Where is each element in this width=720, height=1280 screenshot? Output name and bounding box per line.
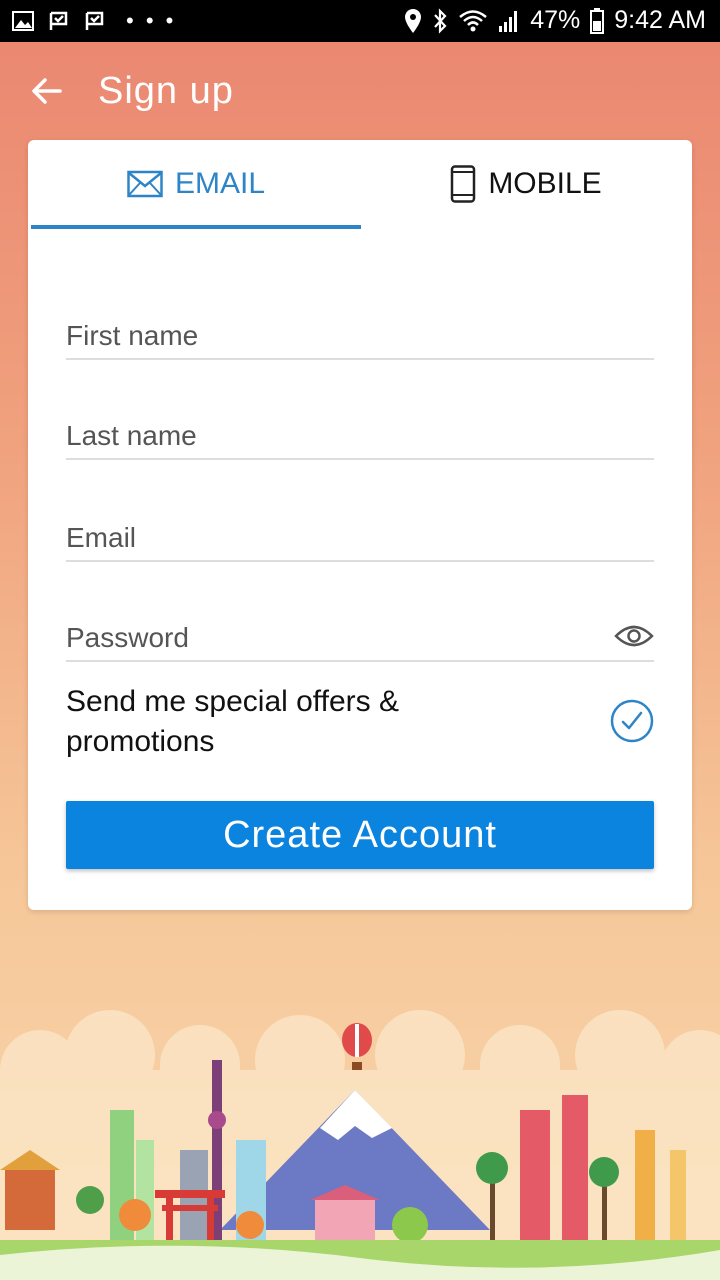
hot-air-balloon — [342, 1023, 372, 1070]
offers-checkbox-icon[interactable] — [610, 699, 654, 743]
email-field — [66, 504, 654, 562]
tab-email[interactable]: EMAIL — [31, 140, 361, 228]
envelope-icon — [127, 170, 163, 198]
password-field — [66, 604, 654, 662]
location-icon — [405, 8, 422, 33]
bluetooth-icon — [434, 7, 447, 34]
phone-icon — [451, 165, 476, 203]
page-title: Sign up — [98, 70, 234, 112]
tab-mobile[interactable]: MOBILE — [361, 140, 691, 228]
wifi-icon — [459, 9, 488, 31]
check-flag-icon — [49, 11, 68, 30]
active-tab-indicator — [31, 225, 361, 229]
offers-label: Send me special offers & promotions — [66, 685, 399, 758]
show-password-eye-icon[interactable] — [614, 622, 654, 650]
more-notifications-icon: • • • — [126, 8, 177, 33]
tab-email-label: EMAIL — [174, 167, 266, 200]
first-name-field — [66, 302, 654, 360]
check-flag-icon — [85, 11, 104, 30]
tab-mobile-label: MOBILE — [488, 167, 602, 200]
clock: 9:42 AM — [614, 6, 706, 34]
signal-icon — [499, 10, 518, 32]
battery-icon — [590, 7, 605, 34]
last-name-field — [66, 402, 654, 460]
notification-icons: • • • — [12, 8, 176, 34]
system-icons: 47% 9:42 AM — [404, 6, 706, 35]
app-bar: Sign up — [0, 42, 720, 142]
battery-percent: 47% — [530, 6, 581, 34]
status-bar: • • • 47% 9:42 AM — [0, 0, 720, 42]
back-arrow-icon[interactable] — [30, 74, 64, 108]
image-icon — [12, 11, 34, 31]
first-name-input[interactable] — [66, 320, 586, 352]
city-skyline-illustration — [0, 1010, 720, 1280]
signup-tabs: EMAIL MOBILE — [28, 140, 692, 229]
create-account-button[interactable]: Create Account — [66, 801, 654, 869]
ground — [0, 1240, 720, 1280]
signup-card: EMAIL MOBILE Send me special offers & pr… — [28, 140, 692, 910]
password-input[interactable] — [66, 622, 586, 654]
email-input[interactable] — [66, 522, 586, 554]
last-name-input[interactable] — [66, 420, 586, 452]
